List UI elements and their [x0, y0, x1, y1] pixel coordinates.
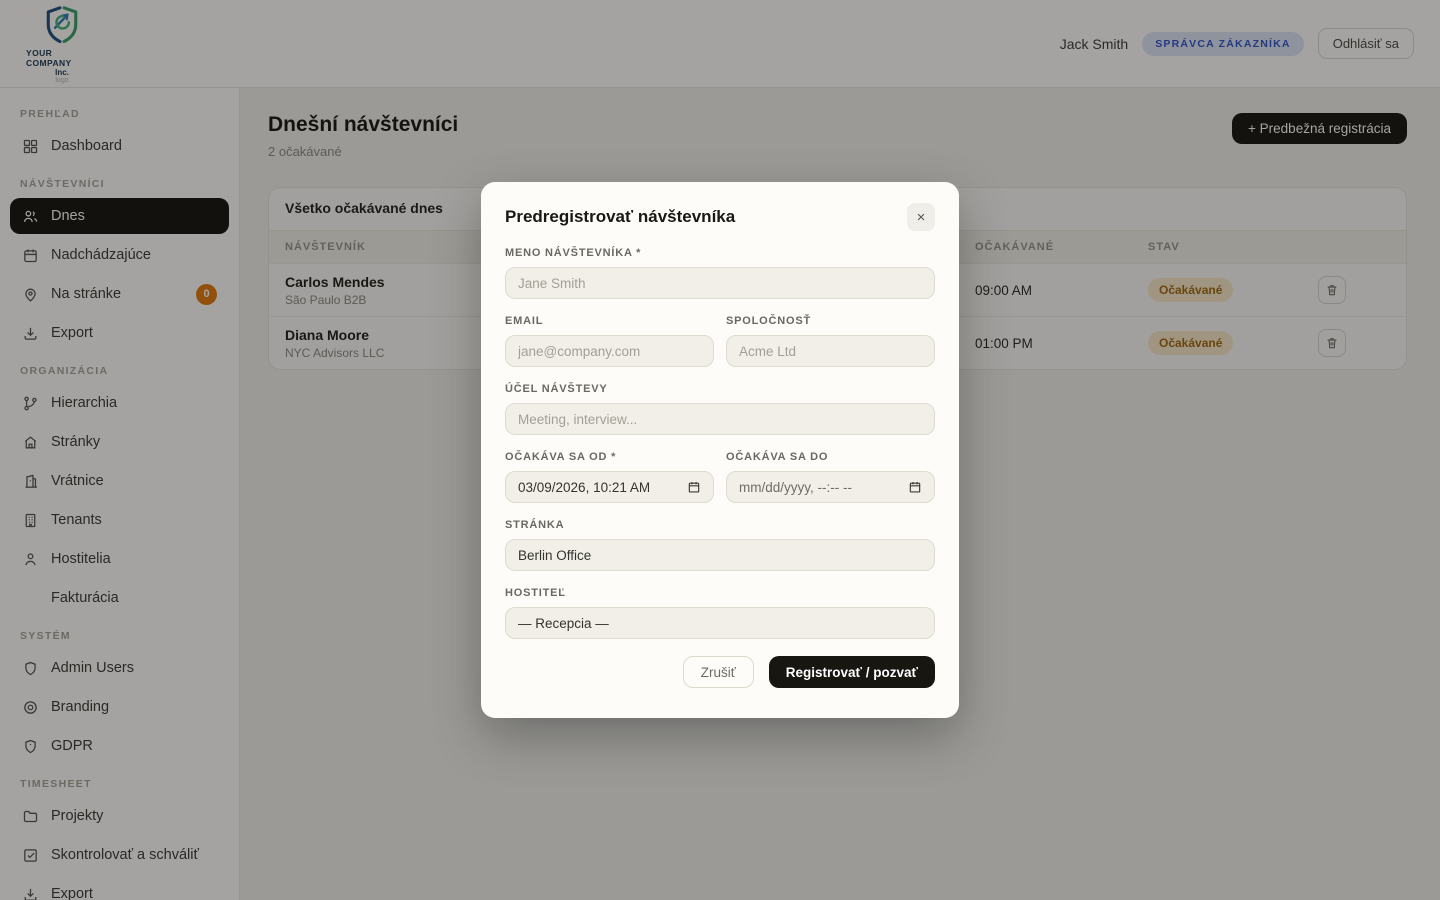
preregister-modal: Predregistrovať návštevníka × MENO NÁVŠT… [481, 182, 959, 718]
email-field[interactable] [505, 335, 714, 367]
purpose-label: ÚČEL NÁVŠTEVY [505, 383, 935, 396]
email-label: EMAIL [505, 315, 714, 328]
host-label: HOSTITEĽ [505, 587, 935, 600]
expected-from-value: 03/09/2026, 10:21 AM [518, 480, 650, 495]
company-field[interactable] [726, 335, 935, 367]
expected-to-placeholder: mm/dd/yyyy, --:-- -- [739, 480, 852, 495]
calendar-icon [908, 480, 922, 494]
host-select[interactable]: — Recepcia — [505, 607, 935, 639]
cancel-button[interactable]: Zrušiť [683, 656, 754, 688]
expected-to-field[interactable]: mm/dd/yyyy, --:-- -- [726, 471, 935, 503]
expected-from-field[interactable]: 03/09/2026, 10:21 AM [505, 471, 714, 503]
company-label: SPOLOČNOSŤ [726, 315, 935, 328]
expected-from-label: OČAKÁVA SA OD * [505, 451, 714, 464]
modal-title: Predregistrovať návštevníka [505, 207, 735, 227]
visitor-name-label: MENO NÁVŠTEVNÍKA * [505, 247, 935, 260]
purpose-field[interactable] [505, 403, 935, 435]
site-label: STRÁNKA [505, 519, 935, 532]
expected-to-label: OČAKÁVA SA DO [726, 451, 935, 464]
calendar-icon [687, 480, 701, 494]
close-icon[interactable]: × [907, 203, 935, 231]
register-invite-button[interactable]: Registrovať / pozvať [769, 656, 935, 688]
site-select[interactable]: Berlin Office [505, 539, 935, 571]
visitor-name-field[interactable] [505, 267, 935, 299]
